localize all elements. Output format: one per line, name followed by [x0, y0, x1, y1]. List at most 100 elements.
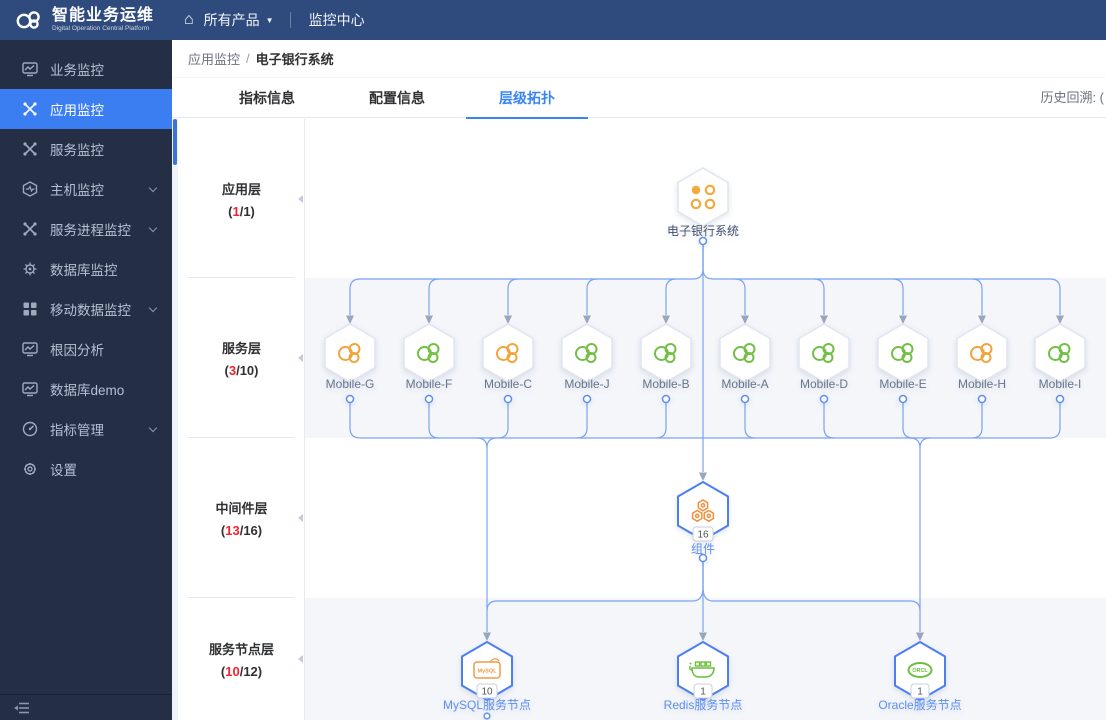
svg-text:ORCL: ORCL — [912, 668, 928, 674]
sidebar-item-host-monitor[interactable]: 主机监控 — [0, 169, 172, 209]
db-node-mysql[interactable]: MySQL 10 MySQL服务节点 — [443, 640, 531, 720]
topology-canvas[interactable]: 电子银行系统 Mobile-G Mobile-F Mobile-C Mobile… — [305, 119, 1106, 720]
service-node-mobile-h[interactable]: Mobile-H — [956, 323, 1008, 404]
layer-app: 应用层 (1/1) — [178, 119, 305, 278]
breadcrumb-parent[interactable]: 应用监控 — [188, 49, 240, 68]
layer-panel: 应用层 (1/1) 服务层 (3/10) 中间件层 (13/16) 服务节点层 … — [178, 119, 305, 720]
connector-dot[interactable] — [1055, 394, 1065, 404]
layer-collapse-icon[interactable] — [298, 655, 303, 663]
cloud-logo-icon — [16, 11, 40, 29]
layer-service: 服务层 (3/10) — [178, 278, 305, 438]
gauge-icon — [22, 421, 38, 437]
tab-bar: 指标信息 配置信息 层级拓扑 历史回溯: ( — [172, 78, 1106, 119]
connector-dot[interactable] — [977, 394, 987, 404]
service-node-mobile-a[interactable]: Mobile-A — [719, 323, 771, 404]
service-node-mobile-d[interactable]: Mobile-D — [798, 323, 850, 404]
sidebar-item-database-demo[interactable]: 数据库demo — [0, 369, 172, 409]
home-icon[interactable]: ⌂ — [184, 11, 194, 29]
middleware-node-component[interactable]: 16 组件 — [677, 480, 729, 563]
chart-monitor-icon — [22, 62, 38, 77]
chevron-down-icon — [148, 223, 158, 232]
connector-dot[interactable] — [819, 394, 829, 404]
db-node-oracle[interactable]: ORCL 1 Oracle服务节点 — [878, 640, 962, 712]
sidebar-item-settings[interactable]: 设置 — [0, 449, 172, 489]
connector-dot[interactable] — [898, 394, 908, 404]
connector-dot[interactable] — [424, 394, 434, 404]
sidebar-item-process-monitor[interactable]: 服务进程监控 — [0, 209, 172, 249]
service-node-mobile-c[interactable]: Mobile-C — [482, 323, 534, 404]
chart-monitor-icon — [22, 342, 38, 357]
service-node-mobile-e[interactable]: Mobile-E — [877, 323, 929, 404]
service-node-mobile-g[interactable]: Mobile-G — [324, 323, 376, 404]
count-badge-text: 16 — [697, 530, 709, 541]
cross-arrows-icon — [23, 142, 37, 156]
layer-collapse-icon[interactable] — [298, 354, 303, 362]
node-label: Mobile-C — [484, 377, 532, 391]
sidebar-item-mobile-data-monitor[interactable]: 移动数据监控 — [0, 289, 172, 329]
node-label: Redis服务节点 — [664, 697, 743, 712]
node-label: MySQL服务节点 — [443, 697, 531, 712]
breadcrumb-separator: / — [246, 51, 250, 66]
cross-arrows-icon — [23, 102, 37, 116]
collapse-sidebar-icon[interactable] — [14, 702, 30, 714]
breadcrumb: 应用监控 / 电子银行系统 — [172, 40, 1106, 78]
monitor-center-label[interactable]: 监控中心 — [309, 10, 365, 30]
database-gear-icon — [23, 262, 37, 276]
app-title: 智能业务运维 — [52, 6, 155, 24]
service-node-mobile-b[interactable]: Mobile-B — [640, 323, 692, 404]
host-shield-icon — [22, 181, 38, 197]
sidebar: 业务监控 应用监控 服务监控 主机监控 服务进程监控 数据库监控 移动数据监控 — [0, 40, 172, 720]
grid-icon — [23, 302, 37, 316]
service-node-mobile-f[interactable]: Mobile-F — [403, 323, 455, 404]
root-node-ebank[interactable]: 电子银行系统 — [667, 167, 739, 246]
connector-dot[interactable] — [698, 236, 708, 246]
node-label: Mobile-A — [721, 377, 768, 391]
node-label: Mobile-J — [564, 377, 609, 391]
count-badge-text: 1 — [700, 687, 706, 698]
product-menu-label[interactable]: 所有产品 — [204, 10, 260, 30]
sidebar-item-app-monitor[interactable]: 应用监控 — [0, 89, 172, 129]
nav-monitor-center[interactable]: 监控中心 — [309, 10, 365, 30]
connector-dot[interactable] — [483, 712, 491, 720]
app-subtitle: Digital Operation Central Platform — [52, 24, 150, 32]
node-label: Mobile-H — [958, 377, 1006, 391]
app-logo: 智能业务运维 Digital Operation Central Platfor… — [0, 6, 172, 33]
dropdown-caret-icon: ▼ — [265, 15, 274, 25]
layer-service-node: 服务节点层 (10/12) — [178, 598, 305, 720]
count-badge-text: 10 — [481, 687, 493, 698]
connector-dot[interactable] — [582, 394, 592, 404]
node-label: Mobile-G — [326, 377, 375, 391]
connector-dot[interactable] — [503, 394, 513, 404]
sidebar-item-database-monitor[interactable]: 数据库监控 — [0, 249, 172, 289]
db-node-redis[interactable]: 1 Redis服务节点 — [664, 640, 743, 712]
layer-collapse-icon[interactable] — [298, 514, 303, 522]
nav-divider — [289, 12, 291, 28]
scrollbar-thumb[interactable] — [173, 119, 177, 165]
topology-edges — [349, 245, 1061, 632]
service-node-mobile-i[interactable]: Mobile-I — [1034, 323, 1086, 404]
node-label: Mobile-E — [879, 377, 926, 391]
sidebar-item-root-cause[interactable]: 根因分析 — [0, 329, 172, 369]
count-badge-text: 1 — [917, 687, 923, 698]
sidebar-item-metric-manage[interactable]: 指标管理 — [0, 409, 172, 449]
chevron-down-icon — [148, 423, 158, 432]
service-node-mobile-j[interactable]: Mobile-J — [561, 323, 613, 404]
tab-topology[interactable]: 层级拓扑 — [466, 78, 588, 119]
connector-dot[interactable] — [661, 394, 671, 404]
tab-metric-info[interactable]: 指标信息 — [206, 78, 328, 118]
node-label: Oracle服务节点 — [878, 697, 961, 712]
sidebar-item-business-monitor[interactable]: 业务监控 — [0, 49, 172, 89]
sidebar-item-service-monitor[interactable]: 服务监控 — [0, 129, 172, 169]
gear-icon — [24, 463, 36, 475]
nav-home-product[interactable]: ⌂ 所有产品 ▼ — [184, 10, 274, 30]
connector-dot[interactable] — [345, 394, 355, 404]
layer-collapse-icon[interactable] — [298, 194, 303, 203]
tab-config-info[interactable]: 配置信息 — [336, 78, 458, 118]
top-navbar: 智能业务运维 Digital Operation Central Platfor… — [0, 0, 1106, 40]
chart-monitor-icon — [22, 382, 38, 397]
breadcrumb-current: 电子银行系统 — [255, 52, 334, 67]
connector-dot[interactable] — [698, 553, 708, 563]
history-playback-label[interactable]: 历史回溯: ( — [1040, 78, 1104, 118]
node-label: 电子银行系统 — [667, 224, 739, 238]
connector-dot[interactable] — [740, 394, 750, 404]
